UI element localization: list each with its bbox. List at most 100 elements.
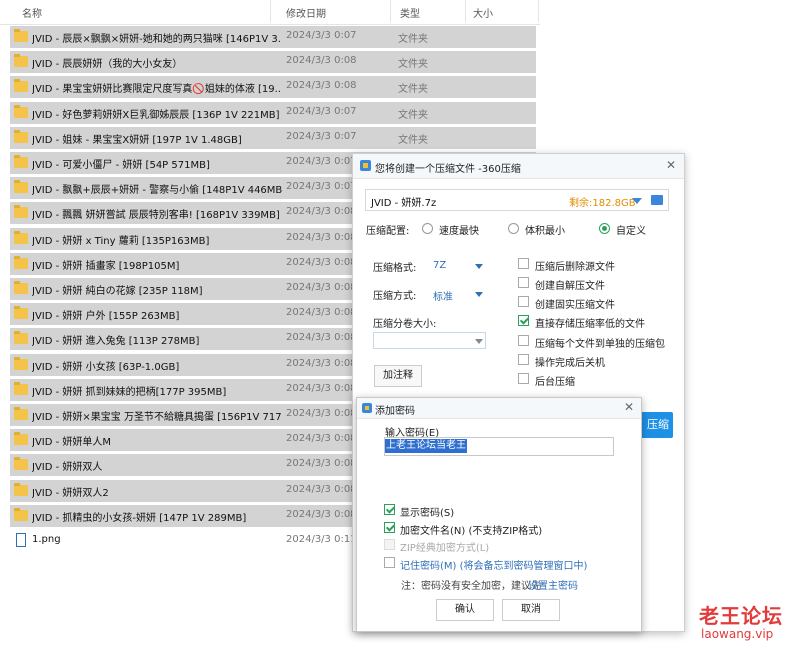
row-date: 2024/3/3 0:08 (286, 307, 357, 318)
folder-icon (14, 205, 28, 218)
config-label: 压缩配置: (366, 226, 410, 237)
row-date: 2024/3/3 0:08 (286, 408, 357, 419)
password-option-label[interactable]: 显示密码(S) (400, 504, 454, 519)
folder-icon (14, 54, 28, 67)
column-header: 名称 修改日期 类型 大小 (0, 0, 540, 25)
password-option-label[interactable]: 记住密码(M) (将会备忘到密码管理窗口中) (400, 557, 587, 572)
row-date: 2024/3/3 0:08 (286, 358, 357, 369)
row-name: JVID - 妍妍双人2 (32, 488, 109, 499)
row-name: JVID - 辰辰妍妍（我的大小女友） (32, 59, 183, 70)
row-date: 2024/3/3 0:07 (286, 30, 357, 41)
folder-row[interactable]: JVID - 辰辰妍妍（我的大小女友） 2024/3/3 0:08 文件夹 (10, 51, 536, 73)
option-checkbox[interactable] (518, 354, 529, 365)
method-label: 压缩方式: (373, 291, 417, 302)
chevron-down-icon[interactable] (632, 198, 642, 204)
row-name: JVID - 妍妍×果宝宝 万圣节不給糖具搗蛋 [156P1V 717... (32, 412, 282, 423)
option-checkbox[interactable] (518, 335, 529, 346)
column-divider[interactable] (465, 0, 466, 22)
password-dialog-title: 添加密码 (375, 406, 415, 417)
compress-button[interactable]: 压缩 (637, 412, 673, 438)
folder-icon (14, 155, 28, 168)
option-label[interactable]: 压缩后删除源文件 (535, 258, 615, 273)
option-label[interactable]: 创建固实压缩文件 (535, 296, 615, 311)
folder-row[interactable]: JVID - 果宝宝妍妍比赛限定尺度写真🚫姐妹的体液 [19... 2024/3/… (10, 76, 536, 98)
archive-name-field[interactable]: JVID - 妍妍.7z 剩余:182.8GB (365, 189, 669, 211)
set-master-password-link[interactable]: 设置主密码 (528, 577, 578, 592)
option-label[interactable]: 创建自解压文件 (535, 277, 605, 292)
method-select[interactable]: 标准 (433, 288, 453, 303)
browse-folder-icon[interactable] (651, 195, 663, 205)
column-date[interactable]: 修改日期 (286, 5, 326, 20)
folder-row[interactable]: JVID - 姐妹 - 果宝宝X妍妍 [197P 1V 1.48GB] 2024/… (10, 127, 536, 149)
cancel-button[interactable]: 取消 (502, 599, 560, 621)
preset-fastest-label[interactable]: 速度最快 (439, 222, 479, 237)
column-size[interactable]: 大小 (473, 5, 493, 20)
security-note: 注：密码没有安全加密，建议先 (401, 581, 541, 592)
option-checkbox[interactable] (518, 315, 529, 326)
option-checkbox[interactable] (518, 296, 529, 307)
row-date: 2024/3/3 0:07 (286, 131, 357, 142)
column-name[interactable]: 名称 (22, 5, 42, 20)
split-size-select[interactable] (373, 332, 486, 349)
folder-icon (14, 407, 28, 420)
free-space-label: 剩余:182.8GB (569, 198, 636, 209)
row-type: 文件夹 (398, 34, 428, 45)
row-name: JVID - 妍妍 插畫家 [198P105M] (32, 261, 180, 272)
add-comment-button[interactable]: 加注释 (374, 365, 422, 387)
row-date: 2024/3/3 0:08 (286, 257, 357, 268)
preset-custom-label[interactable]: 自定义 (616, 222, 646, 237)
option-checkbox[interactable] (518, 277, 529, 288)
folder-icon (14, 231, 28, 244)
archive-name-text[interactable]: JVID - 妍妍.7z (371, 194, 436, 209)
folder-row[interactable]: JVID - 辰辰×飘飘×妍妍-她和她的两只猫咪 [146P1V 3... 202… (10, 26, 536, 48)
password-option-checkbox[interactable] (384, 522, 395, 533)
option-label[interactable]: 后台压缩 (535, 373, 575, 388)
preset-fastest-radio[interactable] (422, 223, 433, 234)
preset-smallest-label[interactable]: 体积最小 (525, 222, 565, 237)
split-size-label: 压缩分卷大小: (373, 319, 437, 330)
row-name: JVID - 妍妍 x Tiny 蘿莉 [135P163MB] (32, 236, 210, 247)
row-date: 2024/3/3 0:08 (286, 383, 357, 394)
close-icon[interactable]: ✕ (665, 159, 677, 171)
row-date: 2024/3/3 0:11 (286, 534, 357, 545)
confirm-button[interactable]: 确认 (436, 599, 494, 621)
column-divider[interactable] (538, 0, 539, 22)
option-checkbox[interactable] (518, 258, 529, 269)
row-type: 文件夹 (398, 135, 428, 146)
row-date: 2024/3/3 0:08 (286, 206, 357, 217)
method-chevron-icon[interactable] (475, 292, 483, 297)
format-select[interactable]: 7Z (433, 260, 446, 271)
password-option-checkbox (384, 539, 395, 550)
password-value[interactable]: 上老王论坛当老王 (385, 439, 467, 453)
folder-icon (14, 79, 28, 92)
column-type[interactable]: 类型 (400, 5, 420, 20)
row-name: JVID - 好色萝莉妍妍X巨乳御姊辰辰 [136P 1V 221MB] (32, 110, 280, 121)
chevron-down-icon[interactable] (475, 339, 483, 344)
password-input[interactable]: 上老王论坛当老王 (384, 437, 614, 456)
folder-icon (14, 180, 28, 193)
option-label[interactable]: 压缩每个文件到单独的压缩包 (535, 335, 665, 350)
password-option-checkbox[interactable] (384, 557, 395, 568)
compress-dialog-titlebar[interactable]: 您将创建一个压缩文件 -360压缩 ✕ (353, 154, 684, 179)
column-divider[interactable] (270, 0, 271, 22)
password-option-label[interactable]: 加密文件名(N) (不支持ZIP格式) (400, 522, 542, 537)
folder-icon (14, 331, 28, 344)
row-date: 2024/3/3 0:08 (286, 484, 357, 495)
option-label[interactable]: 直接存储压缩率低的文件 (535, 315, 645, 330)
format-chevron-icon[interactable] (475, 264, 483, 269)
row-type: 文件夹 (398, 110, 428, 121)
column-divider[interactable] (390, 0, 391, 22)
password-option-checkbox[interactable] (384, 504, 395, 515)
folder-icon (14, 357, 28, 370)
close-icon[interactable]: ✕ (623, 401, 635, 413)
row-name: JVID - 果宝宝妍妍比赛限定尺度写真🚫姐妹的体液 [19... (32, 84, 282, 95)
option-label[interactable]: 操作完成后关机 (535, 354, 605, 369)
preset-smallest-radio[interactable] (508, 223, 519, 234)
option-checkbox[interactable] (518, 373, 529, 384)
row-date: 2024/3/3 0:07 (286, 106, 357, 117)
preset-custom-radio[interactable] (599, 223, 610, 234)
folder-icon (14, 306, 28, 319)
password-dialog-titlebar[interactable]: 添加密码 ✕ (357, 398, 641, 419)
row-name: JVID - 妍妍单人M (32, 437, 112, 448)
folder-row[interactable]: JVID - 好色萝莉妍妍X巨乳御姊辰辰 [136P 1V 221MB] 2024… (10, 102, 536, 124)
